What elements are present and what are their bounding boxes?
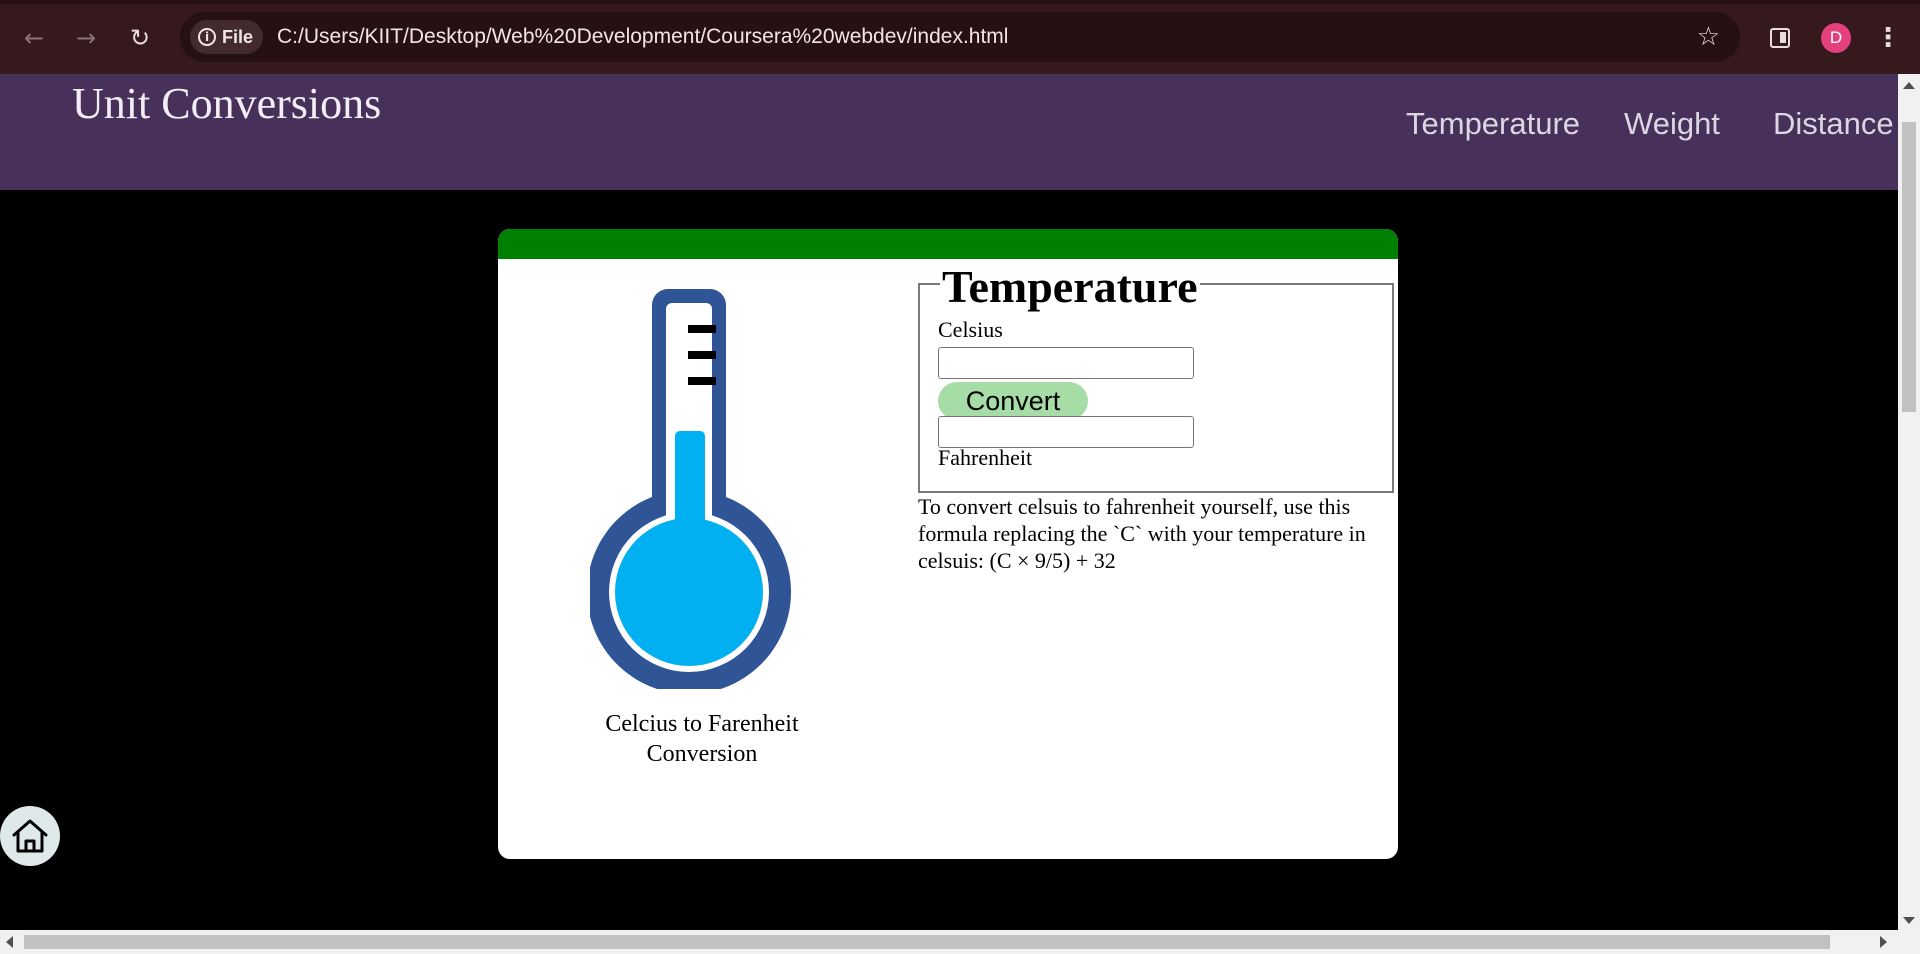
address-bar[interactable]: i File C:/Users/KIIT/Desktop/Web%20Devel…: [180, 12, 1740, 62]
site-info-chip[interactable]: i File: [190, 20, 264, 54]
back-button[interactable]: ←: [16, 20, 52, 56]
horizontal-scroll-thumb[interactable]: [24, 935, 1830, 949]
side-panel-icon: [1770, 28, 1790, 48]
home-button[interactable]: [0, 806, 60, 866]
thermometer-mark-2: [688, 351, 716, 359]
reload-icon: ↻: [129, 24, 151, 52]
fahrenheit-output[interactable]: [938, 416, 1194, 448]
more-menu-icon: ⋮: [1875, 23, 1901, 53]
reload-button[interactable]: ↻: [122, 20, 158, 56]
horizontal-scrollbar[interactable]: [0, 930, 1920, 954]
thermometer-mark-3: [688, 377, 716, 385]
info-icon: i: [198, 28, 216, 46]
nav-link-distance[interactable]: Distance: [1773, 106, 1894, 142]
back-arrow-icon: ←: [23, 24, 45, 52]
vertical-scrollbar[interactable]: [1898, 74, 1920, 930]
fahrenheit-label: Fahrenheit: [938, 445, 1033, 470]
forward-arrow-icon: →: [75, 24, 97, 52]
temperature-form: Temperature Celsius Convert Fahrenheit: [918, 263, 1394, 493]
vertical-scroll-thumb[interactable]: [1902, 122, 1916, 412]
formula-text: To convert celsuis to fahrenheit yoursel…: [918, 494, 1366, 573]
site-chip-label: File: [222, 26, 254, 47]
more-menu-button[interactable]: ⋮: [1870, 18, 1906, 58]
scroll-down-icon[interactable]: [1903, 917, 1915, 924]
url-text[interactable]: C:/Users/KIIT/Desktop/Web%20Development/…: [277, 25, 1008, 49]
celsius-label: Celsius: [938, 317, 1003, 342]
image-caption: Celcius to Farenheit Conversion: [605, 711, 799, 767]
profile-button[interactable]: D: [1816, 18, 1856, 58]
bookmark-star-icon[interactable]: ☆: [1697, 22, 1720, 52]
convert-button[interactable]: Convert: [938, 382, 1088, 420]
converter-card: Celcius to Farenheit Conversion Temperat…: [498, 229, 1398, 859]
page-title: Unit Conversions: [72, 79, 382, 128]
forward-button[interactable]: →: [68, 20, 104, 56]
side-panel-button[interactable]: [1762, 18, 1798, 58]
nav-link-weight[interactable]: Weight: [1624, 106, 1720, 142]
tab-strip: [0, 0, 1920, 4]
card-accent-bar: [498, 229, 1398, 259]
thermometer-image: [590, 289, 791, 689]
home-icon: [12, 819, 48, 853]
scroll-up-icon[interactable]: [1903, 82, 1915, 89]
avatar: D: [1821, 23, 1851, 53]
scroll-left-icon[interactable]: [6, 936, 13, 948]
site-header: Unit Conversions Temperature Weight Dist…: [0, 74, 1898, 190]
thermometer-mark-1: [688, 325, 716, 333]
nav-link-temperature[interactable]: Temperature: [1406, 106, 1580, 142]
thermometer-liquid-bulb: [615, 518, 763, 666]
celsius-input[interactable]: [938, 347, 1194, 379]
form-legend: Temperature: [940, 261, 1200, 312]
scroll-right-icon[interactable]: [1880, 936, 1887, 948]
browser-toolbar: ← → ↻ i File C:/Users/KIIT/Desktop/Web%2…: [0, 0, 1920, 74]
